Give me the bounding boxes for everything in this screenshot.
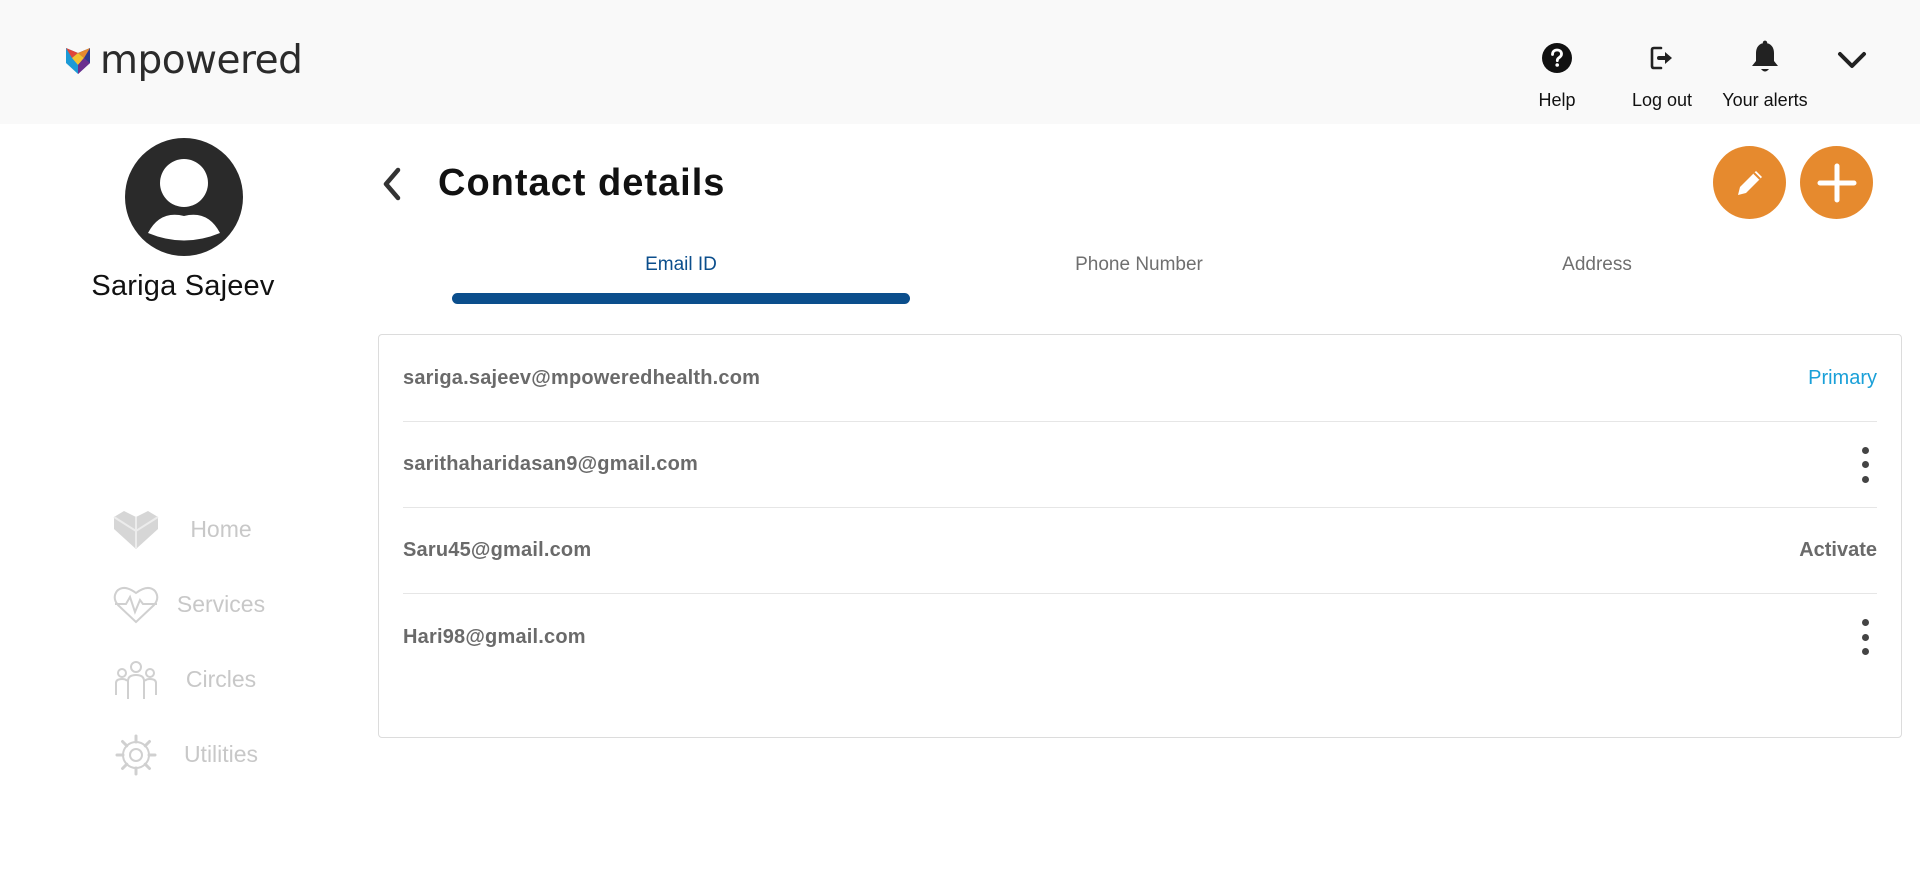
chevron-down-icon[interactable] <box>1836 46 1868 74</box>
primary-badge: Primary <box>1808 367 1877 389</box>
help-circle-icon <box>1539 40 1575 76</box>
brand-name: mpowered <box>100 38 303 83</box>
sidebar-item-circles[interactable]: Circles <box>110 642 280 717</box>
tab-phone-number[interactable]: Phone Number <box>910 254 1368 276</box>
sidebar-item-services[interactable]: Services <box>110 567 280 642</box>
brand-logo[interactable]: mpowered <box>62 38 303 83</box>
sidebar-item-label: Services <box>176 591 266 617</box>
list-item[interactable]: sariga.sajeev@mpoweredhealth.com Primary <box>403 336 1877 422</box>
bell-icon <box>1747 40 1783 76</box>
tab-label: Address <box>1562 254 1632 275</box>
sidebar-item-label: Utilities <box>183 741 259 767</box>
sidebar-item-home[interactable]: Home <box>110 492 280 567</box>
sidebar-item-label: Circles <box>185 666 257 692</box>
logout-button[interactable]: Log out <box>1622 40 1702 111</box>
logout-label: Log out <box>1631 90 1693 110</box>
chevron-left-icon[interactable] <box>378 164 406 204</box>
side-navigation: Home Services Circles Utilities <box>110 492 280 792</box>
email-list-card: sariga.sajeev@mpoweredhealth.com Primary… <box>378 334 1902 738</box>
active-tab-indicator <box>452 293 910 304</box>
alerts-label: Your alerts <box>1722 90 1808 110</box>
add-contact-button[interactable] <box>1800 146 1873 219</box>
tab-address[interactable]: Address <box>1368 254 1826 276</box>
pencil-icon <box>1737 170 1762 195</box>
alerts-button[interactable]: Your alerts <box>1715 40 1815 111</box>
mpowered-logo-icon <box>66 47 90 74</box>
tab-label: Phone Number <box>1075 254 1203 275</box>
plus-icon <box>1817 163 1856 202</box>
profile-name: Sariga Sajeev <box>91 270 275 302</box>
email-address: Saru45@gmail.com <box>403 539 592 561</box>
more-options-icon[interactable] <box>1853 445 1877 485</box>
people-icon <box>110 656 162 704</box>
page-title: Contact details <box>438 162 726 204</box>
sidebar-item-label: Home <box>190 516 252 542</box>
sidebar-item-utilities[interactable]: Utilities <box>110 717 280 792</box>
list-item[interactable]: Saru45@gmail.com Activate <box>403 508 1877 594</box>
list-item[interactable]: sarithaharidasan9@gmail.com <box>403 422 1877 508</box>
heart-home-icon <box>110 506 162 554</box>
tab-email-id[interactable]: Email ID <box>452 254 910 276</box>
help-button[interactable]: Help <box>1537 40 1577 111</box>
help-label: Help <box>1538 90 1576 110</box>
email-address: Hari98@gmail.com <box>403 625 586 648</box>
gear-wrench-icon <box>110 731 162 779</box>
email-address: sarithaharidasan9@gmail.com <box>403 453 699 475</box>
logout-icon <box>1644 40 1680 76</box>
user-avatar-icon[interactable] <box>125 138 243 256</box>
edit-button[interactable] <box>1713 146 1786 219</box>
heart-pulse-icon <box>110 581 162 629</box>
contact-tabs: Email ID Phone Number Address <box>452 254 1828 306</box>
more-options-icon[interactable] <box>1853 617 1877 657</box>
activate-button[interactable]: Activate <box>1799 539 1877 562</box>
top-bar: mpowered Help Log out Your alerts <box>0 0 1920 124</box>
list-item[interactable]: Hari98@gmail.com <box>403 594 1877 680</box>
tab-label: Email ID <box>645 254 717 275</box>
email-address: sariga.sajeev@mpoweredhealth.com <box>403 367 761 389</box>
